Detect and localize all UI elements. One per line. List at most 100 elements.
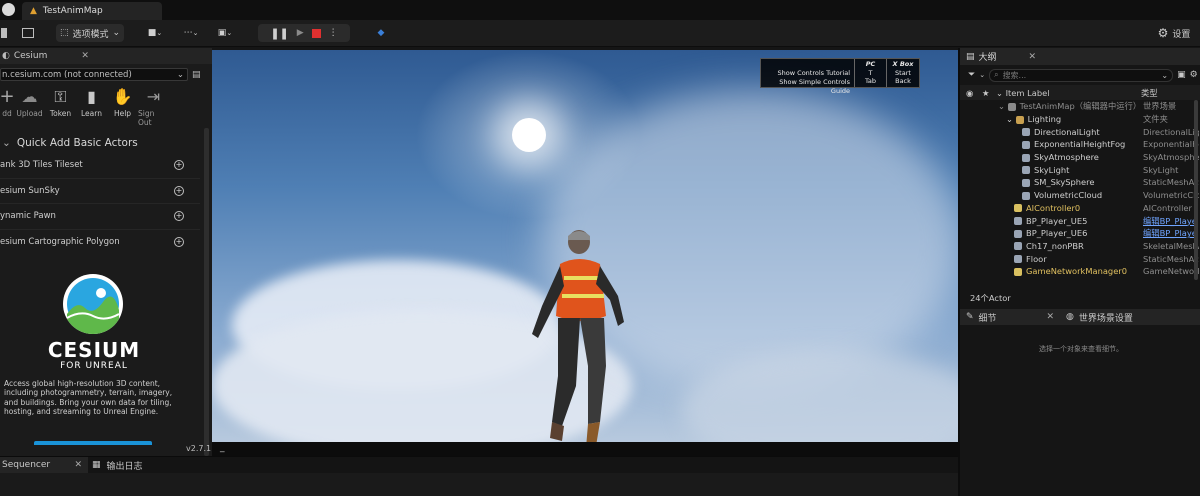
token-button[interactable]: ⚿ Token <box>45 87 76 127</box>
mode-select-button[interactable]: ⬚ 选项模式 ⌄ <box>56 24 124 42</box>
table-row[interactable]: SM_SkySphere StaticMeshAct <box>960 176 1200 189</box>
table-row[interactable]: ⌄ TestAnimMap（编辑器中运行） 世界场景 <box>960 100 1200 113</box>
edit-blueprint-link[interactable]: 编辑BP_Playe <box>1143 227 1199 239</box>
skeletal-mesh-icon <box>1014 242 1022 251</box>
eye-icon[interactable]: ◉ <box>966 88 973 98</box>
add-circle-icon[interactable]: + <box>174 185 184 196</box>
quick-add-item[interactable]: ynamic Pawn + <box>0 204 200 230</box>
xbox-key-1: Start <box>895 68 911 77</box>
server-select[interactable]: n.cesium.com (not connected) ⌄ <box>0 68 188 81</box>
learn-button[interactable]: ▮ Learn <box>76 87 107 127</box>
sign-out-button[interactable]: ⇥ Sign Out <box>138 87 169 127</box>
cesium-version: v2.7.1 <box>186 444 212 453</box>
level-tab[interactable]: ▲ TestAnimMap <box>22 2 162 20</box>
xbox-key-2: Back <box>895 77 911 85</box>
table-row[interactable]: SkyLight SkyLight <box>960 163 1200 176</box>
table-row[interactable]: VolumetricCloud VolumetricClou <box>960 189 1200 202</box>
upload-button[interactable]: ☁ Upload <box>14 87 45 127</box>
right-panel: ▤ 大纲 ✕ ⏷ ⌄ ⌕ 搜索... ⌄ ▣ ⚙ ◉ ★ ⌄ Item Labe… <box>958 48 1200 496</box>
table-row[interactable]: AIController0 AIController <box>960 202 1200 215</box>
quick-add-item[interactable]: ank 3D Tiles Tileset + <box>0 153 200 179</box>
cesium-tab-icon: ◐ <box>2 51 10 61</box>
quick-add-list: ank 3D Tiles Tileset + esium SunSky + ynam… <box>0 153 200 255</box>
cesium-tab[interactable]: ◐ Cesium ✕ <box>0 48 212 64</box>
help-button[interactable]: ✋ Help <box>107 87 138 127</box>
quick-add-header[interactable]: ⌄ Quick Add Basic Actors <box>0 137 212 149</box>
cinematics-button[interactable]: ▣ ⌄ <box>212 24 238 42</box>
step-icon[interactable]: ▶ <box>297 28 304 38</box>
star-icon[interactable]: ★ <box>982 88 989 98</box>
save-icon[interactable] <box>0 24 8 42</box>
tab-sequencer[interactable]: Sequencer ✕ <box>0 457 88 473</box>
tab-world-settings[interactable]: ◍ 世界场景设置 <box>1060 311 1133 324</box>
cesium-panel: ◐ Cesium ✕ n.cesium.com (not connected) … <box>0 48 212 456</box>
add-circle-icon[interactable]: + <box>174 237 184 248</box>
game-viewport[interactable]: Show Controls Tutorial Show Simple Contr… <box>212 50 958 442</box>
add-circle-icon[interactable]: + <box>174 211 184 222</box>
cesium-logo <box>63 274 123 334</box>
table-row[interactable]: GameNetworkManager0 GameNetwork <box>960 265 1200 278</box>
table-row[interactable]: BP_Player_UE6 编辑BP_Playe <box>960 227 1200 240</box>
cesium-logo-subtitle: FOR UNREAL <box>60 361 128 371</box>
unreal-logo-icon[interactable] <box>2 3 15 16</box>
stop-icon[interactable] <box>311 28 321 38</box>
server-settings-icon[interactable]: ▤ <box>192 70 201 80</box>
bottom-drawer: Sequencer ✕ ▦ 输出日志 <box>0 456 958 496</box>
sequencer-tab-label: Sequencer <box>2 460 51 470</box>
search-placeholder: 搜索... <box>1002 70 1027 80</box>
table-row[interactable]: ⌄ Lighting 文件夹 <box>960 113 1200 126</box>
token-label: Token <box>49 109 72 118</box>
content-browser-icon[interactable] <box>20 24 36 42</box>
pause-icon[interactable]: ❚❚ <box>270 27 288 40</box>
table-row[interactable]: Ch17_nonPBR SkeletalMeshA <box>960 240 1200 253</box>
outliner-search-input[interactable]: ⌕ 搜索... ⌄ <box>989 68 1174 82</box>
platforms-icon[interactable]: ◆ <box>372 24 390 42</box>
add-folder-icon[interactable]: ▣ <box>1177 70 1186 80</box>
row-type: SkyAtmosphe <box>1143 152 1199 163</box>
table-row[interactable]: SkyAtmosphere SkyAtmosphe <box>960 151 1200 164</box>
gear-icon[interactable]: ⚙ <box>1190 70 1198 80</box>
settings-button[interactable]: ⚙ 设置 <box>1150 24 1198 42</box>
table-row[interactable]: DirectionalLight DirectionalLigh <box>960 125 1200 138</box>
outliner-tab[interactable]: ▤ 大纲 ✕ <box>960 48 1200 65</box>
table-row[interactable]: Floor StaticMeshAct <box>960 252 1200 265</box>
upload-label: Upload <box>16 109 43 118</box>
scrollbar[interactable] <box>204 128 209 456</box>
filter-icon[interactable]: ⏷ <box>968 70 975 80</box>
tab-details[interactable]: ✎ 细节 ✕ <box>960 311 1060 324</box>
mesh-icon <box>1014 255 1022 264</box>
row-name: SkyAtmosphere <box>1034 152 1099 163</box>
edit-blueprint-link[interactable]: 编辑BP_Playe <box>1143 215 1199 227</box>
table-row[interactable]: ExponentialHeightFog ExponentialHe <box>960 138 1200 151</box>
more-options-icon[interactable]: ⋮ <box>329 28 338 38</box>
add-actor-button[interactable]: ■ ⌄ <box>142 24 168 42</box>
outliner-icon: ▤ <box>966 51 975 62</box>
tab-output-log[interactable]: ▦ 输出日志 <box>88 459 143 472</box>
outliner-scrollbar[interactable] <box>1194 100 1198 280</box>
close-icon[interactable]: ✕ <box>81 51 89 61</box>
mesh-icon <box>1022 178 1030 187</box>
actor-count: 24个Actor <box>970 293 1011 303</box>
add-circle-icon[interactable]: + <box>174 160 184 171</box>
sun <box>512 118 546 152</box>
row-name: BP_Player_UE6 <box>1026 228 1088 239</box>
key-icon: ⚿ <box>54 87 67 106</box>
controls-guide: Show Controls Tutorial Show Simple Contr… <box>760 58 920 95</box>
row-name: Ch17_nonPBR <box>1026 240 1084 251</box>
close-icon[interactable]: ✕ <box>74 460 88 470</box>
close-icon[interactable]: ✕ <box>1046 312 1060 322</box>
quick-add-title: Quick Add Basic Actors <box>16 137 138 149</box>
quick-add-item[interactable]: esium SunSky + <box>0 179 200 204</box>
col-label-header[interactable]: ⌄ Item Label <box>996 88 1050 98</box>
blueprint-button[interactable]: ⋯ ⌄ <box>178 24 204 42</box>
quick-add-label: esium Cartographic Polygon <box>0 237 120 248</box>
quick-add-item[interactable]: esium Cartographic Polygon + <box>0 230 200 256</box>
add-label: dd <box>2 109 12 118</box>
table-row[interactable]: BP_Player_UE5 编辑BP_Playe <box>960 214 1200 227</box>
close-icon[interactable]: ✕ <box>1029 52 1037 62</box>
connect-button[interactable] <box>34 441 152 445</box>
main-toolbar: ⬚ 选项模式 ⌄ ■ ⌄ ⋯ ⌄ ▣ ⌄ ❚❚ ▶ ⋮ ◆ ⚙ 设置 <box>0 20 1200 47</box>
add-button[interactable]: + dd <box>0 87 15 127</box>
row-type: SkyLight <box>1143 164 1179 175</box>
col-type-header[interactable]: 类型 <box>1141 87 1158 99</box>
